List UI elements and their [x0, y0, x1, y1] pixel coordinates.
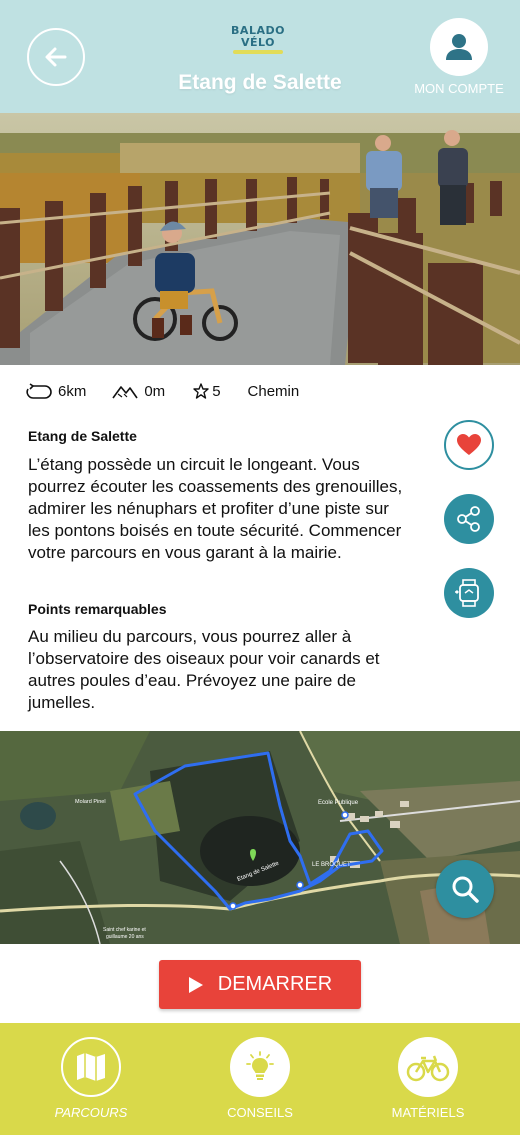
- map-label-saint2: guillaume 20 ans: [106, 934, 144, 940]
- play-icon: [188, 976, 203, 993]
- description-title: Etang de Salette: [28, 428, 137, 444]
- account-button[interactable]: [430, 18, 488, 76]
- route-stats: 6km 0m 5 Chemin: [26, 380, 299, 402]
- account-label: MON COMPTE: [414, 81, 504, 96]
- arrow-left-icon: [45, 47, 67, 67]
- map-label-ecole: Ecole Publique: [318, 800, 359, 806]
- nav-label-conseils: CONSEILS: [227, 1105, 293, 1120]
- nav-item-parcours[interactable]: PARCOURS: [26, 1037, 156, 1127]
- share-button[interactable]: [444, 494, 494, 544]
- elevation-value: 0m: [144, 382, 166, 400]
- star-icon: [193, 383, 209, 399]
- start-button[interactable]: DEMARRER: [159, 960, 361, 1009]
- user-icon: [446, 34, 472, 60]
- map-search-button[interactable]: [436, 860, 494, 918]
- app-header: BALADO VÉLO Etang de Salette MON COMPTE: [0, 0, 520, 113]
- nav-label-materiels: MATÉRIELS: [391, 1105, 465, 1120]
- description-text: L’étang possède un circuit le longeant. …: [28, 455, 403, 562]
- mountain-icon: [112, 386, 138, 399]
- map-label-molard: Molard Pinel: [75, 799, 106, 805]
- map-label-saint: Saint chef karine et: [103, 927, 146, 933]
- share-icon: [457, 506, 480, 532]
- bottom-nav: PARCOURS CONSEILS MATÉRIELS: [0, 1023, 520, 1135]
- logo-text-line2: VÉLO: [241, 35, 275, 49]
- smartwatch-icon: [455, 579, 479, 607]
- surface-value: Chemin: [247, 382, 300, 400]
- watch-button[interactable]: [444, 568, 494, 618]
- search-icon: [452, 876, 479, 903]
- start-button-label: DEMARRER: [217, 973, 333, 995]
- stat-surface: Chemin: [248, 383, 300, 400]
- distance-value: 6km: [58, 382, 87, 400]
- bicycle-icon: [398, 1037, 458, 1097]
- nav-item-materiels[interactable]: MATÉRIELS: [363, 1037, 493, 1127]
- nav-label-parcours: PARCOURS: [54, 1105, 128, 1120]
- back-button[interactable]: [27, 28, 85, 86]
- stat-elevation: 0m: [112, 383, 165, 400]
- rating-value: 5: [212, 382, 221, 400]
- route-photo: [0, 113, 520, 365]
- route-map[interactable]: Ecole Publique LE BROQUET Molard Pinel S…: [0, 731, 520, 944]
- logo-text-line1: BALADO: [231, 23, 285, 37]
- page-title: Etang de Salette: [178, 71, 342, 94]
- points-text: Au milieu du parcours, vous pourrez alle…: [28, 627, 380, 712]
- map-icon: [61, 1037, 121, 1097]
- favorite-button[interactable]: [444, 420, 494, 470]
- points-title: Points remarquables: [28, 601, 167, 617]
- balado-velo-logo: BALADO VÉLO: [229, 22, 287, 56]
- map-label-broquet: LE BROQUET: [312, 862, 351, 868]
- nav-item-conseils[interactable]: CONSEILS: [195, 1037, 325, 1127]
- stat-distance: 6km: [26, 383, 86, 400]
- loop-icon: [26, 383, 52, 399]
- lightbulb-icon: [230, 1037, 290, 1097]
- heart-icon: [457, 434, 481, 455]
- stat-rating: 5: [193, 382, 221, 400]
